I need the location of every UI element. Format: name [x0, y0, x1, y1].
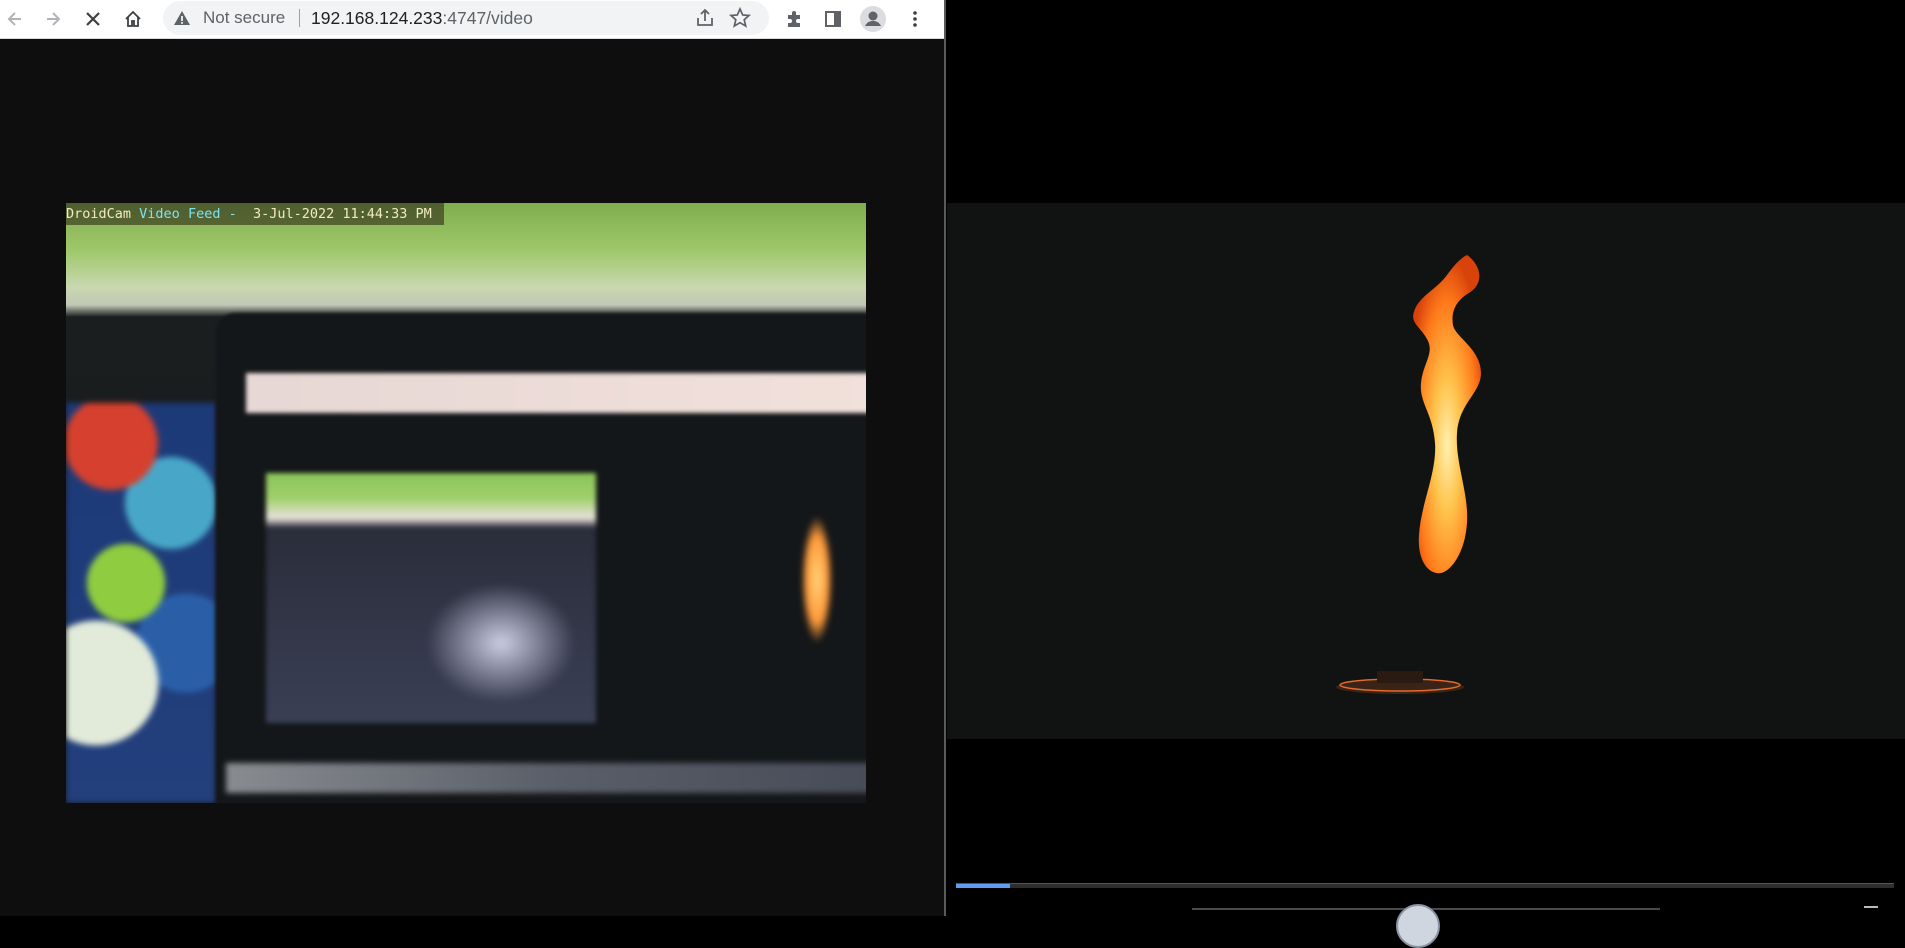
video-feed-caption: DroidCam Video Feed - 3-Jul-2022 11:44:3… — [66, 203, 444, 225]
profile-icon — [860, 6, 886, 32]
seek-bar-fill — [956, 884, 1011, 888]
omnibox-divider — [299, 9, 300, 27]
browser-window: Not secure 192.168.124.233:4747/video Dr… — [0, 0, 944, 916]
feed-blurred-screen-bar — [246, 373, 866, 413]
flame-graphic — [1413, 255, 1481, 574]
arrow-right-icon — [43, 9, 63, 29]
more-vert-icon — [905, 9, 925, 29]
extensions-button[interactable] — [779, 4, 809, 34]
arrow-left-icon — [5, 9, 25, 29]
seek-bar[interactable] — [956, 883, 1894, 888]
caption-timestamp: 3-Jul-2022 11:44:33 PM — [252, 206, 432, 222]
browser-menu-button[interactable] — [900, 4, 930, 34]
burner-graphic — [1336, 671, 1464, 694]
url-host: 192.168.124.233 — [311, 8, 443, 28]
profile-button[interactable] — [858, 4, 888, 34]
side-panel-icon — [823, 9, 843, 29]
fullscreen-icon[interactable] — [1864, 906, 1878, 918]
flame-video[interactable] — [947, 203, 1905, 739]
side-panel-button[interactable] — [818, 4, 848, 34]
play-pause-button[interactable] — [1396, 904, 1440, 948]
feed-blurred-flame — [796, 503, 838, 673]
security-status-label[interactable]: Not secure — [203, 9, 285, 27]
star-icon[interactable] — [728, 6, 752, 35]
caption-feed-label: Video Feed - — [139, 206, 237, 222]
feed-blurred-taskbar — [226, 763, 866, 793]
feed-light-glare — [426, 583, 576, 703]
home-icon — [123, 9, 143, 29]
url-text[interactable]: 192.168.124.233:4747/video — [311, 8, 533, 28]
share-icon[interactable] — [693, 6, 717, 35]
address-bar[interactable]: Not secure 192.168.124.233:4747/video — [163, 1, 769, 35]
warning-icon[interactable] — [173, 9, 191, 32]
home-button[interactable] — [118, 4, 148, 34]
media-player-window — [946, 0, 1905, 948]
close-icon — [83, 9, 103, 29]
url-path: :4747/video — [442, 8, 533, 28]
stop-loading-button[interactable] — [78, 4, 108, 34]
puzzle-icon — [784, 9, 804, 29]
browser-toolbar: Not secure 192.168.124.233:4747/video — [0, 0, 944, 39]
back-button[interactable] — [0, 4, 30, 34]
caption-app-name: DroidCam — [66, 206, 132, 222]
forward-button[interactable] — [38, 4, 68, 34]
droidcam-video-feed: DroidCam Video Feed - 3-Jul-2022 11:44:3… — [66, 203, 866, 803]
feed-blurred-fabric — [66, 403, 216, 803]
